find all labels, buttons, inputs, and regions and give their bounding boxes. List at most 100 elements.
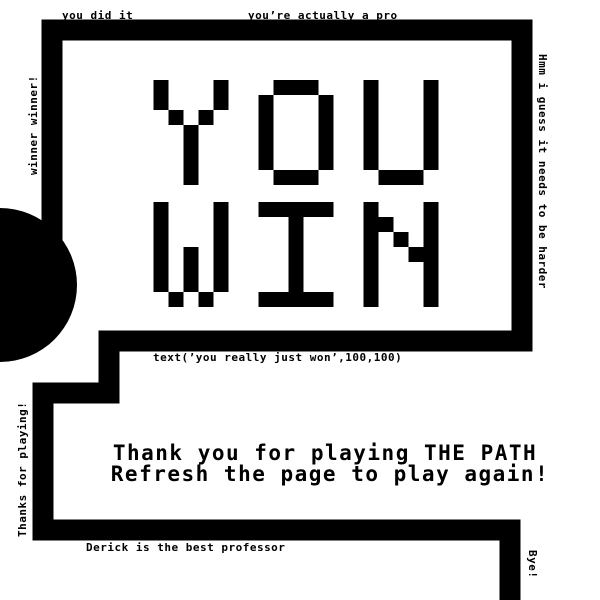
title-pixel-y [198,110,214,125]
title-pixel-n [423,277,439,292]
title-pixel-o [303,170,319,185]
title-pixel-w [213,232,229,247]
title-pixel-i [288,247,304,262]
title-pixel-u [423,110,439,125]
title-pixel-i [273,202,289,217]
title-pixel-u [363,80,379,95]
title-pixel-y [183,155,199,170]
title-pixel-i [258,292,274,307]
title-pixel-u [363,95,379,110]
title-pixel-y [183,140,199,155]
title-pixel-n [378,217,394,232]
title-pixel-w [213,217,229,232]
title-pixel-n [363,292,379,307]
title-pixel-w [168,292,184,307]
title-pixel-o [258,155,274,170]
label-you-did-it: you did it [62,9,134,22]
title-pixel-u [393,170,409,185]
title-pixel-o [318,125,334,140]
title-pixel-w [183,262,199,277]
title-pixel-y [183,170,199,185]
title-pixel-y [213,80,229,95]
title-pixel-w [153,202,169,217]
title-pixel-i [303,202,319,217]
title-pixel-w [183,247,199,262]
title-pixel-o [258,140,274,155]
title-pixel-u [378,170,394,185]
player-circle [0,208,77,362]
title-pixel-w [153,262,169,277]
title-pixel-i [303,292,319,307]
title-pixel-o [318,140,334,155]
title-pixel-n [363,247,379,262]
title-pixel-n [393,232,409,247]
title-pixel-i [288,262,304,277]
title-pixel-w [213,277,229,292]
title-pixel-n [423,202,439,217]
title-pixel-n [363,277,379,292]
title-pixel-y [153,80,169,95]
title-pixel-o [258,125,274,140]
title-pixel-w [153,277,169,292]
title-pixel-i [288,217,304,232]
title-pixel-u [423,95,439,110]
title-pixel-u [423,80,439,95]
label-code-caption: text(’you really just won’,100,100) [153,351,403,364]
title-pixel-i [273,292,289,307]
title-pixel-w [213,262,229,277]
label-needs-harder: Hmm i guess it needs to be harder [536,54,549,290]
title-pixel-n [363,262,379,277]
title-pixel-o [318,155,334,170]
label-winner-winner: winner winner! [27,75,40,175]
title-pixel-u [408,170,424,185]
title-pixel-o [258,95,274,110]
title-pixel-o [318,95,334,110]
title-pixel-i [318,202,334,217]
title-pixel-u [363,140,379,155]
title-pixel-o [303,80,319,95]
title-pixel-o [288,170,304,185]
title-pixel-i [318,292,334,307]
title-pixel-i [258,202,274,217]
title-pixel-o [318,110,334,125]
label-derick: Derick is the best professor [86,541,286,554]
title-pixel-o [273,80,289,95]
title-pixel-i [288,232,304,247]
title-pixel-w [153,232,169,247]
title-pixel-n [423,232,439,247]
label-actually-pro: you’re actually a pro [248,9,398,22]
title-pixel-u [423,140,439,155]
label-bye: Bye! [526,550,539,579]
title-pixel-y [213,95,229,110]
title-pixel-n [363,232,379,247]
label-thanks-for-playing: Thanks for playing! [16,401,29,537]
maze-path [32,19,533,600]
title-pixel-u [423,155,439,170]
title-pixel-n [408,247,424,262]
title-pixel-w [153,217,169,232]
title-pixel-n [423,292,439,307]
title-pixel-w [198,292,214,307]
title-pixel-n [423,247,439,262]
title-pixel-o [273,170,289,185]
title-pixel-y [153,95,169,110]
title-pixel-w [213,202,229,217]
title-pixel-w [153,247,169,262]
title-pixel-y [168,110,184,125]
title-pixel-w [213,247,229,262]
title-pixel-u [423,125,439,140]
title-pixel-u [363,155,379,170]
title-pixel-y [183,125,199,140]
title-pixel-u [363,110,379,125]
title-pixel-o [258,110,274,125]
title-pixel-i [288,292,304,307]
you-win-title [153,80,439,307]
title-pixel-n [363,217,379,232]
title-pixel-i [288,277,304,292]
title-pixel-i [288,202,304,217]
refresh-message: Refresh the page to play again! [110,462,550,486]
game-canvas [0,19,533,600]
title-pixel-o [288,80,304,95]
title-pixel-n [423,217,439,232]
title-pixel-n [363,202,379,217]
